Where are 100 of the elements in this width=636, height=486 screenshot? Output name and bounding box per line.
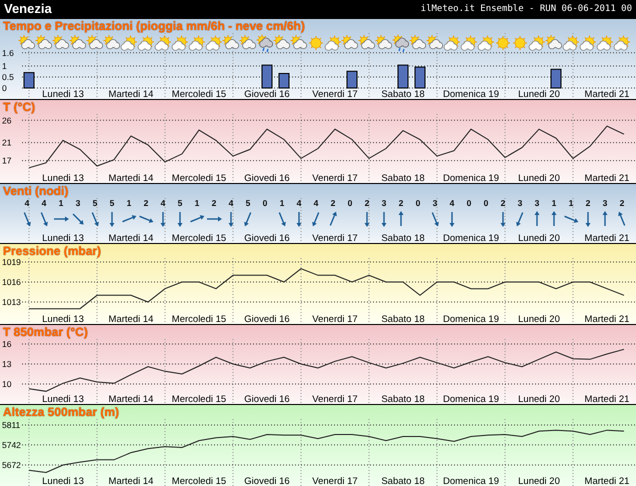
arrow-icon	[516, 212, 524, 226]
wind-speed: 0	[416, 198, 420, 208]
sun-cloud-icon	[478, 35, 494, 51]
day-label: Lunedi 13	[42, 314, 84, 324]
arrow-icon	[500, 212, 506, 227]
day-label: Martedi 21	[584, 394, 630, 404]
panel-title: Pressione (mbar)	[2, 244, 102, 258]
panel-title: Venti (nodi)	[2, 184, 70, 198]
axis-label: 1.6	[2, 48, 14, 58]
arrow-icon	[207, 216, 222, 222]
axis-label: 5742	[2, 440, 21, 450]
cloud-sun-icon	[35, 34, 52, 50]
panel-title: T 850mbar (°C)	[2, 325, 89, 339]
wind-speed: 2	[500, 198, 506, 208]
cloud-sun-icon	[86, 34, 104, 50]
wind-speed: 3	[534, 198, 540, 208]
axis-label: 10	[2, 379, 12, 389]
day-label: Sabato 18	[381, 314, 425, 324]
cloud-sun-icon	[375, 34, 392, 50]
cloud-sun-icon	[52, 34, 70, 50]
day-label: Giovedi 16	[244, 173, 290, 183]
axis-label: 16	[2, 339, 12, 349]
day-label: Sabato 18	[381, 233, 425, 243]
day-label: Venerdi 17	[312, 476, 358, 486]
day-label: Venerdi 17	[312, 233, 358, 243]
cloud-sun-icon	[358, 34, 376, 50]
axis-label: 1019	[2, 258, 21, 267]
day-label: Lunedi 20	[518, 394, 560, 404]
day-label: Martedi 14	[108, 314, 154, 324]
axis-label: 5811	[2, 420, 20, 430]
day-label: Sabato 18	[381, 173, 425, 183]
wind-speed: 2	[620, 198, 624, 208]
precipitation-bar	[550, 68, 562, 88]
wind-speed: 2	[586, 198, 590, 208]
sun-icon	[496, 36, 510, 50]
wind-speed: 0	[484, 198, 488, 208]
arrow-icon	[330, 212, 337, 226]
arrow-icon	[564, 216, 578, 223]
arrow-icon	[552, 211, 556, 226]
panel-title: T (°C)	[2, 100, 36, 114]
arrow-icon	[160, 212, 166, 227]
wind-speed: 1	[58, 198, 64, 208]
cloud-sun-icon	[290, 34, 308, 50]
sun-cloud-icon	[154, 35, 172, 51]
wind-speed: 2	[330, 198, 336, 208]
wind-speed: 3	[432, 198, 438, 208]
arrow-icon	[296, 212, 302, 227]
cloud-sun-icon	[18, 34, 36, 50]
wind-speed: 1	[280, 198, 284, 208]
wind-speed: 2	[364, 198, 370, 208]
precipitation-bar	[278, 72, 290, 88]
axis-label: 21	[2, 138, 12, 148]
sun-cloud-icon	[324, 35, 342, 51]
arrow-icon	[72, 214, 84, 225]
wind-speed: 4	[450, 198, 454, 208]
cloud-sun-icon	[409, 34, 426, 50]
sun-cloud-icon	[562, 35, 580, 51]
arrow-icon	[24, 212, 31, 226]
precipitation-bar	[24, 72, 34, 88]
sun-cloud-icon	[120, 35, 138, 51]
axis-label: 0.5	[2, 72, 14, 82]
wind-speed: 4	[160, 198, 166, 208]
day-label: Domenica 19	[443, 173, 499, 183]
arrow-icon	[244, 212, 252, 226]
wind-speed: 5	[92, 198, 98, 208]
axis-label: 1	[2, 61, 7, 71]
precipitation-bar	[398, 64, 408, 88]
sun-cloud-icon	[580, 35, 596, 51]
wind-speed: 4	[24, 198, 30, 208]
day-label: Lunedi 13	[42, 394, 84, 404]
day-label: Lunedi 13	[42, 233, 84, 243]
wind-speed: 3	[76, 198, 80, 208]
wind-speed: 4	[42, 198, 46, 208]
arrow-icon	[618, 212, 626, 226]
sun-cloud-icon	[614, 35, 630, 51]
day-label: Martedi 14	[108, 476, 154, 486]
sun-icon	[512, 36, 528, 50]
cloud-sun-icon	[103, 34, 120, 50]
wind-speed: 1	[552, 198, 556, 208]
day-label: Mercoledi 15	[172, 89, 226, 99]
arrow-icon	[139, 216, 154, 223]
precipitation-bar	[262, 64, 272, 88]
arrow-icon	[92, 212, 99, 226]
wind-speed: 4	[228, 198, 234, 208]
wind-speed: 1	[126, 198, 132, 208]
sun-cloud-icon	[596, 35, 614, 51]
cloud-sun-icon	[341, 34, 358, 50]
day-label: Domenica 19	[443, 89, 499, 99]
day-label: Mercoledi 15	[172, 173, 226, 183]
day-label: Lunedi 20	[518, 89, 560, 99]
cloud-sun-icon	[545, 34, 562, 50]
arrow-icon	[122, 215, 136, 222]
day-label: Lunedi 20	[518, 314, 560, 324]
precipitation-bar	[414, 66, 426, 88]
rain-cloud-icon	[256, 34, 274, 52]
day-label: Giovedi 16	[244, 314, 290, 324]
day-label: Mercoledi 15	[172, 233, 226, 243]
day-label: Martedi 21	[584, 476, 630, 486]
day-label: Sabato 18	[381, 394, 425, 404]
day-label: Sabato 18	[381, 476, 425, 486]
